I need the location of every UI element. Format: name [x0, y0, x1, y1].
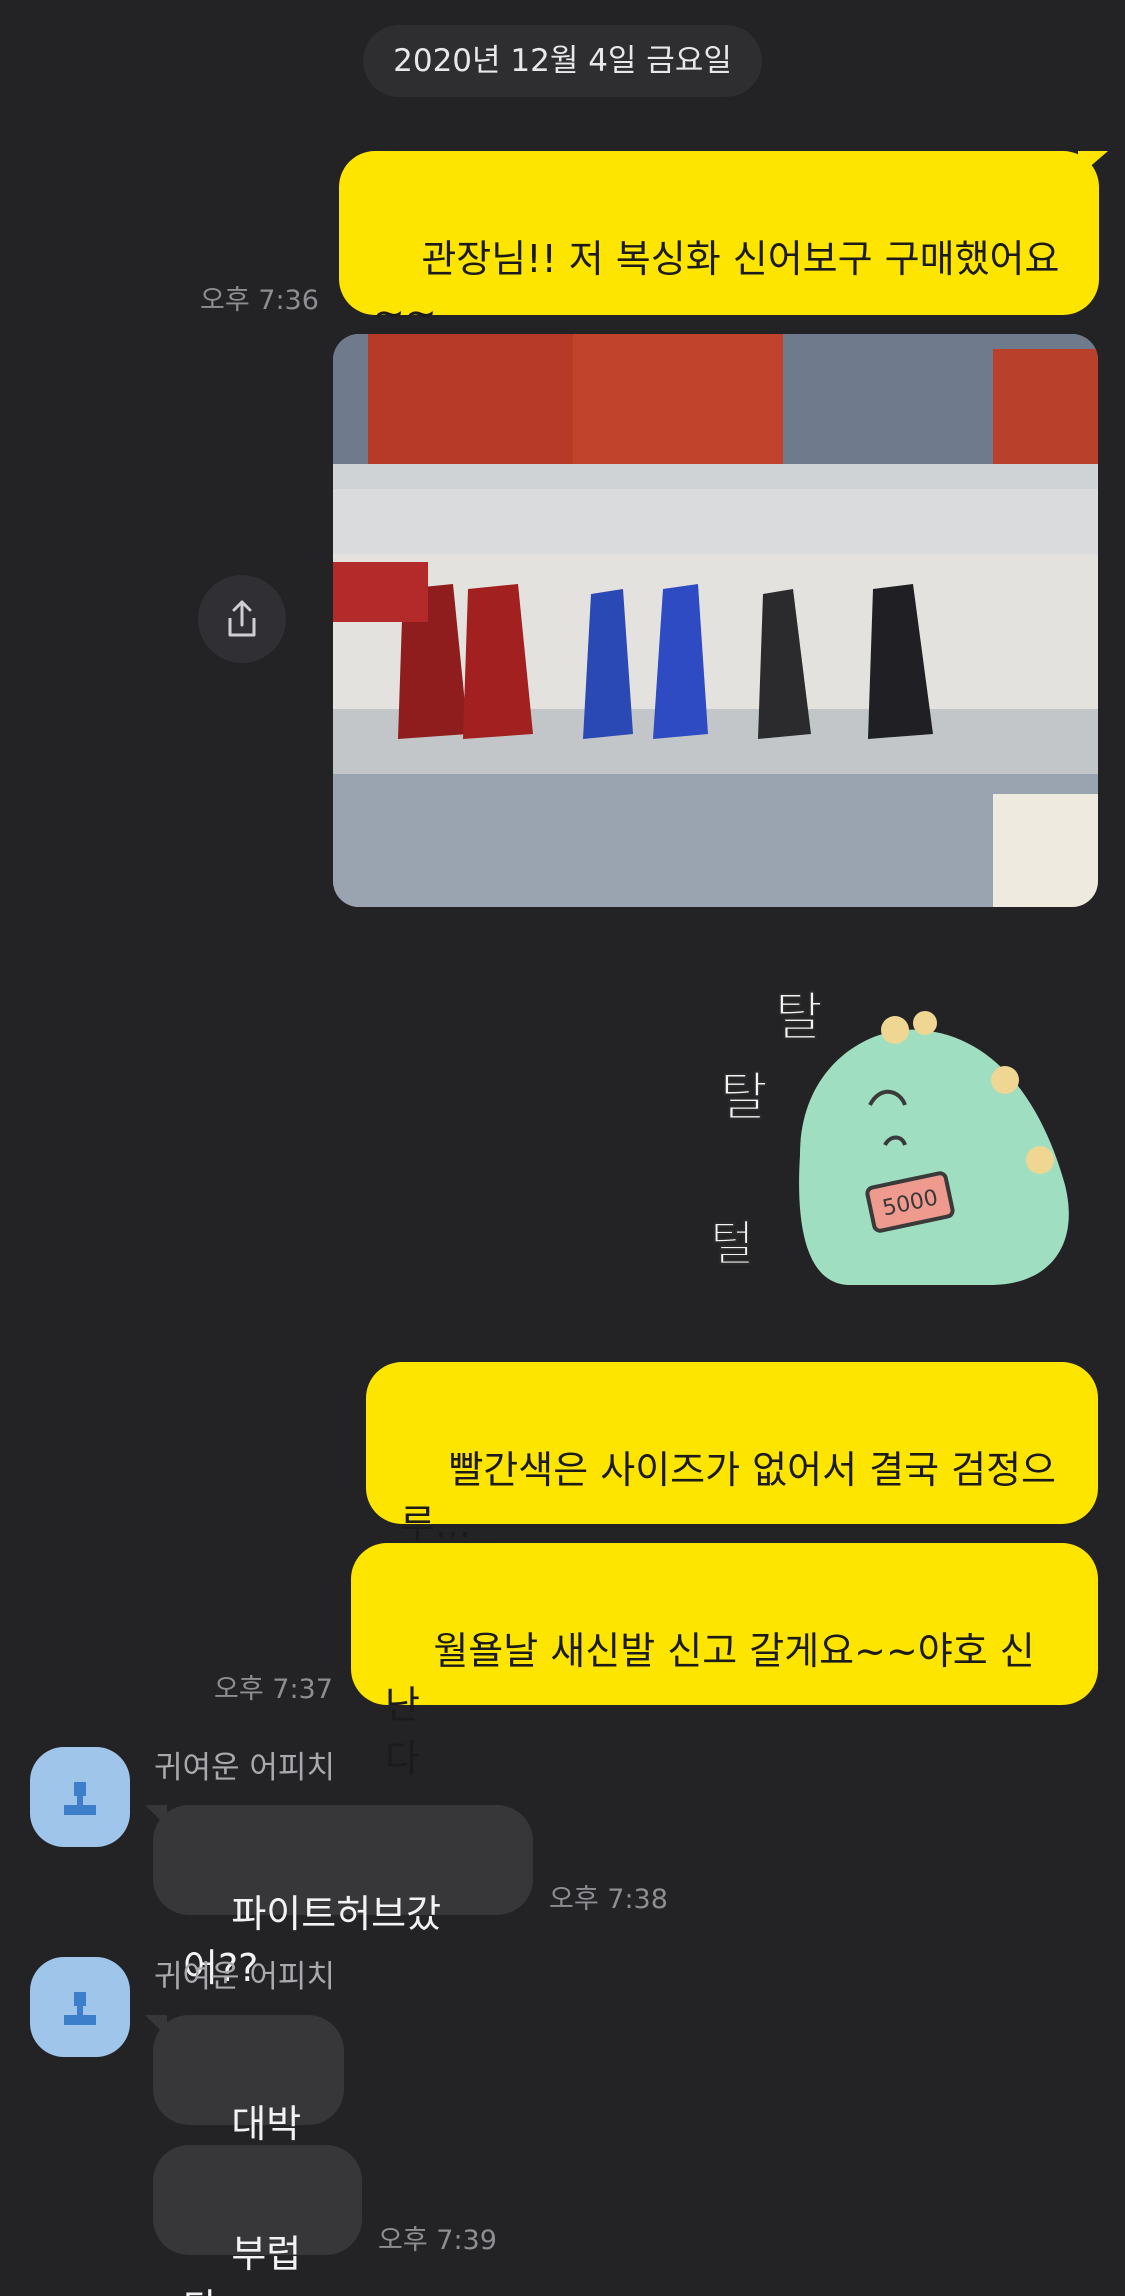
default-profile-icon [64, 1992, 96, 2025]
my-message-bubble[interactable]: 월욜날 새신발 신고 갈게요~~야호 신난 다 [351, 1543, 1098, 1781]
my-message-bubble[interactable]: 관장님!! 저 복싱화 신어보구 구매했어요 ~~ [339, 151, 1099, 335]
message-time: 오후 7:36 [200, 285, 319, 316]
sticker-text-1: 탈 [775, 988, 823, 1048]
message-text: 부럽다~ [183, 2232, 302, 2296]
their-message-bubble[interactable]: 파이트허브갔어?? [153, 1805, 533, 1990]
sticker-text-3: 털 [710, 1216, 754, 1272]
message-time: 오후 7:38 [549, 1884, 668, 1915]
message-text: 관장님!! 저 복싱화 신어보구 구매했어요 ~~ [373, 237, 1060, 335]
default-profile-icon [64, 1782, 96, 1815]
share-button[interactable] [198, 575, 286, 663]
message-text: 월욜날 새신발 신고 갈게요~~야호 신난 다 [385, 1629, 1035, 1781]
message-text: 빨간색은 사이즈가 없어서 결국 검정으 루... [400, 1448, 1057, 1546]
share-icon [228, 600, 256, 637]
sender-name: 귀여운 어피치 [154, 1959, 335, 1995]
sticker-text-2: 탈 [720, 1068, 768, 1128]
avatar[interactable] [30, 1957, 130, 2057]
message-time: 오후 7:39 [378, 2225, 497, 2256]
shoe-photo[interactable] [333, 334, 1098, 907]
dino-sticker[interactable]: 5000 탈 탈 털 [690, 985, 1100, 1305]
their-message-bubble[interactable]: 대박 ㅋ [153, 2015, 344, 2200]
sticker-image: 5000 탈 탈 털 [709, 987, 1069, 1285]
date-divider: 2020년 12월 4일 금요일 [363, 25, 762, 97]
photo-image [333, 334, 1098, 907]
avatar[interactable] [30, 1747, 130, 1847]
message-time: 오후 7:37 [214, 1674, 333, 1705]
bubble-tail [1078, 151, 1108, 177]
sender-name: 귀여운 어피치 [154, 1750, 335, 1786]
bubble-tail [145, 1805, 167, 1827]
chat-screen: 2020년 12월 4일 금요일 오후 7:36 관장님!! 저 복싱화 신어보… [0, 0, 1125, 2296]
their-message-bubble[interactable]: 부럽다~ [153, 2145, 362, 2296]
bubble-tail [145, 2015, 167, 2037]
my-message-bubble[interactable]: 빨간색은 사이즈가 없어서 결국 검정으 루... [366, 1362, 1098, 1546]
